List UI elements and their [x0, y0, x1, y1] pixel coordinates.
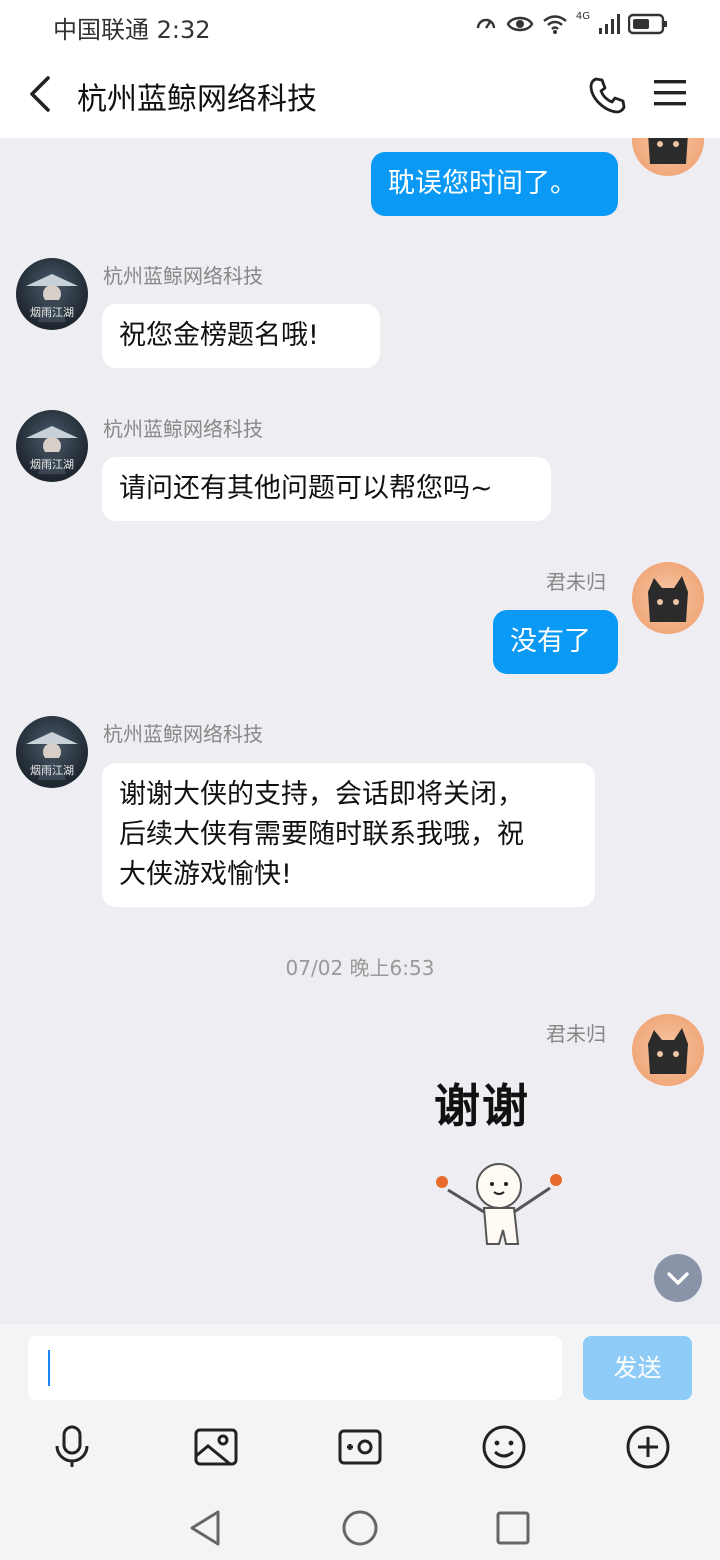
cheering-character-icon	[436, 1163, 562, 1245]
agent-avatar[interactable]: 烟雨江湖	[16, 716, 88, 788]
menu-icon[interactable]	[654, 78, 686, 108]
swordsman-avatar-icon: 烟雨江湖	[26, 274, 78, 322]
message-line: 大侠游戏愉快!	[119, 859, 292, 890]
emoji-icon[interactable]	[481, 1424, 527, 1470]
message-bubble-incoming[interactable]: 请问还有其他问题可以帮您吗~	[102, 457, 551, 521]
battery-icon	[628, 13, 667, 35]
sender-name: 君未归	[546, 1022, 606, 1046]
message-text: 耽误您时间了。	[388, 168, 577, 199]
send-button[interactable]: 发送	[583, 1336, 692, 1400]
black-cat-avatar-icon	[648, 576, 688, 622]
system-navigation-bar	[0, 1500, 720, 1556]
avatar-text: 烟雨江湖	[30, 457, 74, 471]
eye-icon	[506, 16, 534, 32]
input-toolbar	[0, 1424, 720, 1470]
message-bubble-incoming[interactable]: 谢谢大侠的支持，会话即将关闭， 后续大侠有需要随时联系我哦，祝 大侠游戏愉快!	[102, 763, 595, 907]
nav-back-icon[interactable]	[186, 1508, 226, 1548]
agent-avatar[interactable]: 烟雨江湖	[16, 258, 88, 330]
phone-icon[interactable]	[588, 76, 626, 114]
sticker-message[interactable]: 谢谢	[428, 1070, 570, 1270]
back-arrow-icon[interactable]	[22, 74, 58, 114]
speed-icon	[476, 18, 496, 29]
timestamp: 07/02 晚上6:53	[285, 956, 435, 980]
message-line: 谢谢大侠的支持，会话即将关闭，	[119, 779, 524, 810]
status-bar: 中国联通 2:32 4G	[0, 0, 720, 50]
input-bar: 发送	[0, 1324, 720, 1560]
message-bubble-outgoing[interactable]: 耽误您时间了。	[371, 152, 618, 216]
nav-recents-icon[interactable]	[493, 1508, 533, 1548]
sticker-text: 谢谢	[434, 1079, 530, 1133]
message-text: 没有了	[510, 626, 591, 657]
chat-header: 杭州蓝鲸网络科技	[0, 50, 720, 138]
network-badge: 4G	[575, 10, 590, 22]
wifi-icon	[543, 15, 567, 34]
status-icons: 4G	[474, 10, 668, 36]
plus-icon[interactable]	[625, 1424, 671, 1470]
nav-home-icon[interactable]	[340, 1508, 380, 1548]
avatar-text: 烟雨江湖	[30, 305, 74, 319]
black-cat-avatar-icon	[648, 1028, 688, 1074]
message-text: 请问还有其他问题可以帮您吗~	[119, 473, 493, 504]
message-line: 后续大侠有需要随时联系我哦，祝	[119, 819, 524, 850]
user-avatar[interactable]	[632, 562, 704, 634]
microphone-icon[interactable]	[49, 1424, 95, 1470]
camera-icon[interactable]	[337, 1424, 383, 1470]
user-avatar[interactable]	[632, 1014, 704, 1086]
image-icon[interactable]	[193, 1424, 239, 1470]
chat-area[interactable]: 耽误您时间了。 烟雨江湖 杭州蓝鲸网络科技 祝您金榜题名哦! 烟雨江湖 杭州蓝鲸…	[0, 138, 720, 1324]
message-input[interactable]	[28, 1336, 562, 1400]
message-bubble-outgoing[interactable]: 没有了	[493, 610, 618, 674]
carrier-time: 中国联通 2:32	[53, 16, 211, 44]
avatar-text: 烟雨江湖	[30, 763, 74, 777]
swordsman-avatar-icon: 烟雨江湖	[26, 732, 78, 780]
message-bubble-incoming[interactable]: 祝您金榜题名哦!	[102, 304, 380, 368]
sender-name: 杭州蓝鲸网络科技	[103, 417, 263, 441]
message-text: 祝您金榜题名哦!	[119, 320, 319, 351]
chevron-down-icon	[667, 1272, 689, 1285]
sender-name: 君未归	[546, 570, 606, 594]
chat-title: 杭州蓝鲸网络科技	[77, 82, 317, 117]
swordsman-avatar-icon: 烟雨江湖	[26, 426, 78, 474]
sender-name: 杭州蓝鲸网络科技	[103, 722, 263, 746]
agent-avatar[interactable]: 烟雨江湖	[16, 410, 88, 482]
scroll-to-bottom-button[interactable]	[654, 1254, 702, 1302]
sender-name: 杭州蓝鲸网络科技	[103, 264, 263, 288]
text-caret	[48, 1350, 50, 1386]
black-cat-avatar-icon	[648, 138, 688, 164]
user-avatar[interactable]	[632, 138, 704, 176]
signal-icon	[599, 14, 620, 34]
